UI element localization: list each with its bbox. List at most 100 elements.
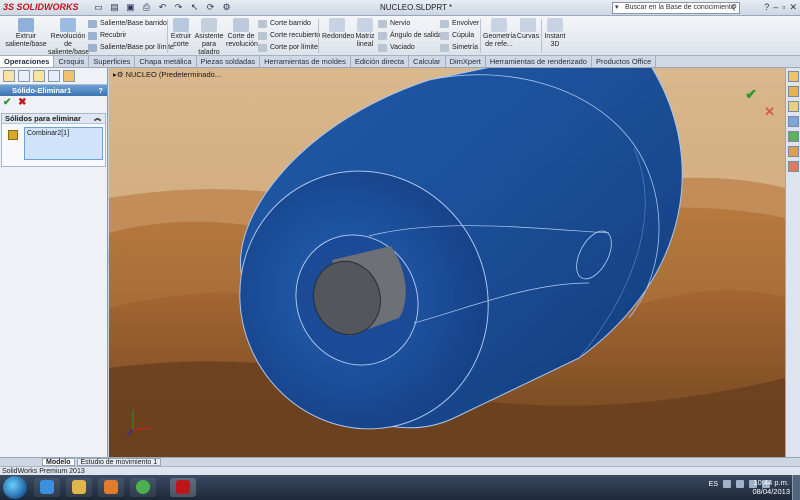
search-icon[interactable]: ⚲	[731, 3, 737, 13]
fillet-button[interactable]: Redondeo	[322, 18, 354, 41]
solidworks-resources-icon[interactable]	[788, 71, 799, 82]
extrude-boss-icon	[18, 18, 34, 32]
tab-herramientas-renderizado[interactable]: Herramientas de renderizado	[486, 56, 592, 67]
dome-button[interactable]: Cúpula	[440, 30, 474, 41]
curves-button[interactable]: Curvas	[516, 18, 540, 41]
view-palette-icon[interactable]	[788, 116, 799, 127]
reference-geometry-icon	[491, 18, 507, 32]
display-manager-tab-icon[interactable]	[63, 70, 75, 82]
solidworks-logo[interactable]: 3S SOLIDWORKS	[3, 2, 79, 12]
shell-button[interactable]: Vaciado	[378, 42, 415, 53]
ribbon-separator	[541, 19, 542, 53]
feature-tree-flyout[interactable]: ▸⚙ NUCLEO (Predeterminado...	[113, 70, 221, 79]
tab-superficies[interactable]: Superficies	[89, 56, 136, 67]
taskbar-solidworks-button[interactable]	[170, 478, 196, 497]
hole-wizard-button[interactable]: Asistente para taladro	[194, 18, 224, 57]
collapse-chevron-icon[interactable]: ︽	[94, 114, 101, 124]
tab-herramientas-moldes[interactable]: Herramientas de moldes	[260, 56, 351, 67]
minimize-icon[interactable]: –	[773, 2, 778, 13]
print-icon[interactable]: ⎙	[140, 1, 153, 14]
revolve-cut-icon	[233, 18, 249, 32]
taskbar-explorer-button[interactable]	[66, 478, 92, 497]
options-icon[interactable]: ⚙	[220, 1, 233, 14]
revolve-cut-button[interactable]: Corte de revolución	[226, 18, 258, 49]
tab-piezas-soldadas[interactable]: Piezas soldadas	[197, 56, 261, 67]
draft-button[interactable]: Ángulo de salida	[378, 30, 442, 41]
document-title: NUCLEO.SLDPRT *	[380, 3, 453, 12]
extrude-cut-button[interactable]: Extruir corte	[170, 18, 192, 49]
save-icon[interactable]: ▣	[124, 1, 137, 14]
extrude-cut-icon	[173, 18, 189, 32]
graphics-viewport[interactable]: ▸⚙ NUCLEO (Predeterminado... ✔ ✕	[109, 68, 785, 457]
bodies-selection-list[interactable]: Combinar2[1]	[24, 127, 103, 160]
design-library-icon[interactable]	[788, 86, 799, 97]
mirror-button[interactable]: Simetría	[440, 42, 478, 53]
tab-modelo[interactable]: Modelo	[42, 458, 75, 466]
tab-croquis[interactable]: Croquis	[54, 56, 90, 67]
swept-cut-button[interactable]: Corte barrido	[258, 18, 311, 29]
wrap-button[interactable]: Envolver	[440, 18, 479, 29]
instant3d-icon	[547, 18, 563, 32]
tab-dimxpert[interactable]: DimXpert	[446, 56, 486, 67]
reference-geometry-button[interactable]: Geometría de refe...	[483, 18, 516, 49]
rib-button[interactable]: Nervio	[378, 18, 410, 29]
close-icon[interactable]: ✕	[789, 2, 797, 13]
ribbon-separator	[167, 19, 168, 53]
chrome-icon	[136, 480, 150, 494]
tray-help-icon[interactable]	[723, 480, 731, 488]
fillet-icon	[329, 18, 345, 32]
revolve-boss-button[interactable]: Revolución de saliente/base	[48, 18, 89, 57]
custom-properties-icon[interactable]	[788, 146, 799, 157]
tab-estudio-movimiento[interactable]: Estudio de movimiento 1	[76, 458, 162, 466]
confirm-cancel-icon[interactable]: ✕	[764, 104, 775, 120]
select-icon[interactable]: ↖	[188, 1, 201, 14]
tab-calcular[interactable]: Calcular	[409, 56, 446, 67]
tab-operaciones[interactable]: Operaciones	[0, 56, 55, 67]
start-button[interactable]	[3, 476, 27, 499]
tab-edicion-directa[interactable]: Edición directa	[351, 56, 410, 67]
boundary-boss-button[interactable]: Saliente/Base por límite	[88, 42, 174, 53]
group-title[interactable]: Sólidos para eliminar ︽	[2, 114, 105, 124]
ok-check-icon[interactable]: ✔	[3, 97, 11, 108]
language-indicator[interactable]: ES	[709, 481, 718, 488]
new-file-icon[interactable]: ▭	[92, 1, 105, 14]
tab-productos-office[interactable]: Productos Office	[592, 56, 657, 67]
show-desktop-button[interactable]	[792, 475, 800, 500]
tab-chapa-metalica[interactable]: Chapa metálica	[135, 56, 197, 67]
open-file-icon[interactable]: ▤	[108, 1, 121, 14]
undo-icon[interactable]: ↶	[156, 1, 169, 14]
help-icon[interactable]: ?	[764, 2, 769, 13]
confirm-ok-icon[interactable]: ✔	[745, 86, 757, 103]
extrude-boss-button[interactable]: Extruir saliente/base	[4, 18, 48, 49]
clock[interactable]: 10:44 p.m. 08/04/2013	[752, 478, 790, 496]
search-input[interactable]: ▾ Buscar en la Base de conocimiento ⚲	[612, 2, 740, 14]
taskbar-ie-button[interactable]	[34, 478, 60, 497]
appearances-icon[interactable]	[788, 131, 799, 142]
solidworks-forum-icon[interactable]	[788, 161, 799, 172]
lofted-cut-button[interactable]: Corte recubierto	[258, 30, 320, 41]
property-manager-tab-icon[interactable]	[18, 70, 30, 82]
cancel-x-icon[interactable]: ✖	[18, 97, 26, 108]
status-bar: SolidWorks Premium 2013	[0, 466, 800, 475]
taskbar-media-button[interactable]	[98, 478, 124, 497]
redo-icon[interactable]: ↷	[172, 1, 185, 14]
solidworks-app-icon	[176, 480, 190, 494]
tray-flag-icon[interactable]	[736, 480, 744, 488]
linear-pattern-button[interactable]: Matriz lineal	[354, 18, 376, 49]
dimxpert-manager-tab-icon[interactable]	[48, 70, 60, 82]
taskbar-chrome-button[interactable]	[130, 478, 156, 497]
folder-icon	[72, 480, 86, 494]
boundary-cut-button[interactable]: Corte por límite	[258, 42, 318, 53]
swept-boss-button[interactable]: Saliente/Base barrido	[88, 18, 167, 29]
configuration-manager-tab-icon[interactable]	[33, 70, 45, 82]
search-dropdown-icon[interactable]: ▾	[615, 3, 619, 13]
file-explorer-icon[interactable]	[788, 101, 799, 112]
loft-button[interactable]: Recubrir	[88, 30, 126, 41]
maximize-icon[interactable]: ▫	[782, 2, 785, 13]
list-item[interactable]: Combinar2[1]	[27, 130, 100, 137]
rebuild-icon[interactable]: ⟳	[204, 1, 217, 14]
instant3d-button[interactable]: Instant 3D	[543, 18, 567, 49]
feature-manager-tab-icon[interactable]	[3, 70, 15, 82]
feature-title: Sólido-Eliminar1 ?	[0, 85, 107, 96]
help-question-icon[interactable]: ?	[98, 85, 103, 96]
